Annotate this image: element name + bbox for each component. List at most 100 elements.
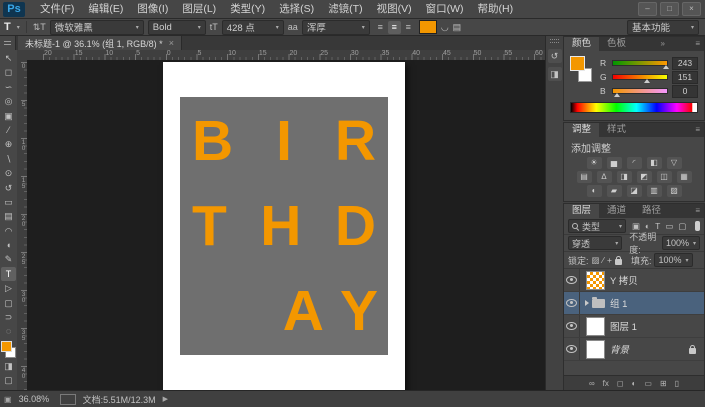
text-line-1[interactable]: BIR — [180, 101, 388, 181]
lasso-tool[interactable]: ∽ — [1, 80, 16, 94]
layer-thumbnail[interactable] — [586, 317, 605, 336]
menu-item-filter[interactable]: 滤镜(T) — [321, 0, 369, 18]
type-tool-icon[interactable]: T — [4, 21, 11, 33]
exposure-icon[interactable]: ◧ — [647, 157, 662, 169]
gray-rectangle[interactable]: BIR THD AY — [180, 97, 388, 355]
panel-menu-icon[interactable]: ≡ — [695, 37, 704, 51]
panel-menu-icon[interactable]: ≡ — [695, 204, 704, 218]
posterize-icon[interactable]: ▰ — [607, 185, 622, 197]
hue-saturation-icon[interactable]: ▤ — [577, 171, 592, 183]
warp-text-icon[interactable]: ◡ — [441, 22, 449, 33]
visibility-toggle[interactable] — [564, 269, 580, 291]
lock-position-icon[interactable]: + — [607, 255, 612, 265]
layer-thumbnail[interactable] — [586, 271, 605, 290]
channel-mixer-icon[interactable]: ◫ — [657, 171, 672, 183]
red-value[interactable]: 243 — [672, 57, 698, 70]
lock-transparency-icon[interactable]: ▨ — [592, 255, 600, 266]
layer-filter-select[interactable]: 类型 ▾ — [568, 219, 626, 233]
link-layers-icon[interactable]: ∞ — [589, 379, 595, 388]
history-panel-button[interactable]: ↺ — [548, 49, 562, 63]
visibility-toggle[interactable] — [564, 292, 580, 314]
tab-adjustments[interactable]: 调整 — [564, 123, 599, 137]
brightness-contrast-icon[interactable]: ☀ — [587, 157, 602, 169]
fill-value[interactable]: 100%▾ — [654, 253, 692, 267]
screen-mode-icon[interactable]: ▢ — [1, 373, 16, 387]
new-group-icon[interactable]: ▭ — [644, 379, 652, 388]
shape-tool[interactable]: ▢ — [1, 296, 16, 310]
zoom-level-field[interactable]: 36.08% — [19, 394, 53, 404]
layer-name[interactable]: 图层 1 — [610, 319, 637, 333]
gradient-tool[interactable]: ▤ — [1, 209, 16, 223]
layer-mask-icon[interactable]: ◻ — [617, 379, 624, 388]
marquee-tool[interactable]: ◻ — [1, 65, 16, 79]
collapse-tools-button[interactable] — [0, 36, 16, 50]
panel-menu-icon[interactable]: ≡ — [695, 123, 704, 137]
workspace-select[interactable]: 基本功能▾ — [627, 20, 699, 35]
eraser-tool[interactable]: ▭ — [1, 195, 16, 209]
color-swatches[interactable] — [570, 56, 594, 82]
foreground-background-swatches[interactable] — [1, 341, 16, 358]
clone-stamp-tool[interactable]: ⊙ — [1, 166, 16, 180]
collapse-dock-button[interactable]: » — [660, 37, 668, 51]
brush-tool[interactable]: ∖ — [1, 152, 16, 166]
tab-styles[interactable]: 样式 — [599, 123, 634, 137]
menu-item-help[interactable]: 帮助(H) — [471, 0, 521, 18]
red-slider[interactable] — [612, 60, 668, 66]
levels-icon[interactable]: ▅ — [607, 157, 622, 169]
adjustment-layer-icon[interactable]: ◐ — [632, 379, 637, 388]
menu-item-window[interactable]: 窗口(W) — [419, 0, 471, 18]
font-size-select[interactable]: 428 点▾ — [222, 20, 284, 35]
tab-color[interactable]: 颜色 — [564, 37, 599, 51]
hand-tool[interactable]: ⊃ — [1, 310, 16, 324]
text-line-3[interactable]: AY — [180, 271, 388, 351]
lock-pixels-icon[interactable]: ∕ — [603, 255, 604, 265]
filter-shape-layers-icon[interactable]: ▭ — [665, 221, 673, 232]
align-right-button[interactable]: ≡ — [402, 21, 415, 34]
color-lookup-icon[interactable]: ▦ — [677, 171, 692, 183]
menu-item-select[interactable]: 选择(S) — [272, 0, 321, 18]
black-white-icon[interactable]: ◨ — [617, 171, 632, 183]
lock-all-icon[interactable] — [615, 259, 622, 265]
blend-mode-select[interactable]: 穿透 ▾ — [568, 236, 622, 250]
foreground-color-swatch[interactable] — [1, 341, 12, 352]
delete-layer-icon[interactable]: ▯ — [675, 379, 679, 388]
antialias-select[interactable]: 浑厚▾ — [302, 20, 370, 35]
foreground-color-swatch[interactable] — [570, 56, 585, 71]
maximize-button[interactable]: □ — [660, 2, 679, 16]
menu-item-file[interactable]: 文件(F) — [33, 0, 81, 18]
eyedropper-tool[interactable]: ⁄ — [1, 123, 16, 137]
visibility-toggle[interactable] — [564, 338, 580, 360]
text-color-swatch[interactable] — [419, 20, 437, 34]
font-style-select[interactable]: Bold▾ — [148, 20, 206, 35]
vibrance-icon[interactable]: ▽ — [667, 157, 682, 169]
properties-panel-button[interactable]: ◨ — [548, 67, 562, 81]
pen-tool[interactable]: ✎ — [1, 252, 16, 266]
expand-group-icon[interactable] — [585, 300, 589, 306]
blue-slider[interactable] — [612, 88, 668, 94]
dock-grip[interactable] — [550, 39, 559, 43]
color-spectrum-bar[interactable] — [570, 102, 698, 113]
path-selection-tool[interactable]: ▷ — [1, 281, 16, 295]
align-left-button[interactable]: ≡ — [374, 21, 387, 34]
tab-channels[interactable]: 通道 — [599, 204, 634, 218]
menu-item-layer[interactable]: 图层(L) — [175, 0, 223, 18]
opacity-value[interactable]: 100%▾ — [662, 236, 700, 250]
layer-name[interactable]: 背景 — [610, 342, 629, 356]
curves-icon[interactable]: ◜ — [627, 157, 642, 169]
status-options-arrow[interactable]: ▶ — [163, 395, 168, 403]
align-center-button[interactable]: ≡ — [388, 21, 401, 34]
close-tab-icon[interactable]: × — [169, 38, 174, 48]
menu-item-image[interactable]: 图像(I) — [130, 0, 175, 18]
canvas-pasteboard[interactable]: BIR THD AY — [27, 60, 545, 391]
tab-paths[interactable]: 路径 — [634, 204, 669, 218]
menu-item-edit[interactable]: 编辑(E) — [81, 0, 130, 18]
photo-filter-icon[interactable]: ◩ — [637, 171, 652, 183]
filter-toggle-switch[interactable] — [695, 221, 700, 231]
green-slider[interactable] — [612, 74, 668, 80]
layer-row-layer1[interactable]: 图层 1 — [564, 315, 704, 338]
filter-smart-objects-icon[interactable]: ▢ — [678, 221, 686, 232]
color-balance-icon[interactable]: ∆ — [597, 171, 612, 183]
threshold-icon[interactable]: ◪ — [627, 185, 642, 197]
green-value[interactable]: 151 — [672, 71, 698, 84]
move-tool[interactable]: ↖ — [1, 51, 16, 65]
